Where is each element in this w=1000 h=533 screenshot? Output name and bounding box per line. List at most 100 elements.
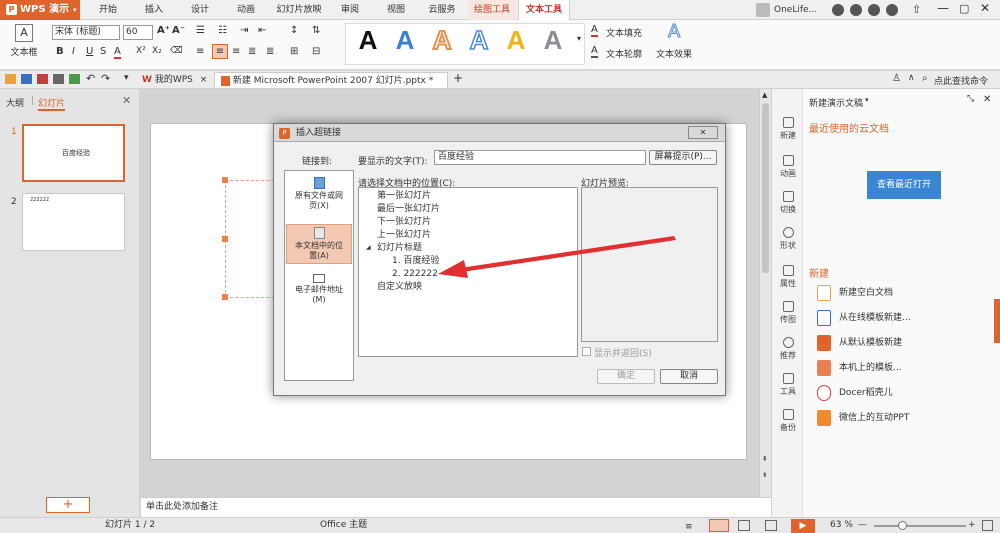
tab-text-tools[interactable]: 文本工具 [518,0,570,20]
play-slideshow-button[interactable]: ▶ [791,519,815,533]
normal-view-icon[interactable] [709,519,729,532]
sorter-view-icon[interactable] [738,520,750,531]
tab-my-wps[interactable]: W 我的WPS × [136,72,214,88]
add-slide-button[interactable]: + [46,497,90,513]
pane-tab-properties[interactable]: 属性 [772,265,804,289]
numbering-icon[interactable]: ☷ [218,25,227,36]
textbox-button[interactable]: A 文本框 [6,22,42,66]
tree-item-first-slide[interactable]: 第一张幻灯片 [377,190,431,203]
wordart-style-black[interactable]: A [352,24,384,56]
minimize-icon[interactable]: — [937,1,949,15]
wordart-style-blue[interactable]: A [389,24,421,56]
text-direction-icon[interactable]: ⇅ [312,25,320,36]
local-templates[interactable]: 本机上的模板... [817,358,902,378]
tree-item-next-slide[interactable]: 下一张幻灯片 [377,216,431,229]
close-icon[interactable]: ✕ [983,94,991,105]
close-icon[interactable]: ✕ [980,1,990,15]
font-size-select[interactable]: 60 [123,25,153,40]
text-outline-button[interactable]: 文本轮廓 [606,47,642,60]
tree-item-custom-show[interactable]: 自定义放映 [377,281,422,294]
text-effect-button[interactable]: 文本效果 [656,47,692,60]
superscript-icon[interactable]: X² [136,46,146,56]
dialog-close-button[interactable]: ✕ [688,126,718,139]
vertical-scrollbar[interactable]: ▲ ⇞ ⇟ [759,89,771,497]
new-tab-icon[interactable]: + [453,71,463,85]
underline-icon[interactable]: U [86,46,93,57]
pane-tab-new[interactable]: 新建 [772,117,804,141]
tab-design[interactable]: 设计 [180,0,220,20]
nav-this-document[interactable]: 本文档中的位置(A) [286,224,352,264]
new-blank-doc[interactable]: 新建空白文档 [817,283,893,303]
wechat-interactive-ppt[interactable]: 微信上的互动PPT [817,408,909,428]
tab-animation[interactable]: 动画 [226,0,266,20]
pane-tab-recommend[interactable]: 推荐 [772,337,804,361]
bold-icon[interactable]: B [56,46,64,57]
text-fill-button[interactable]: 文本填充 [606,26,642,39]
notes-area[interactable]: 单击此处添加备注 [141,497,771,517]
preview-icon[interactable] [69,74,80,84]
slide-thumbnail-2[interactable]: 222222 [22,193,125,251]
pane-scroll-handle[interactable] [994,299,1000,343]
customize-icon[interactable]: ▾ [124,73,129,83]
tree-expand-icon[interactable]: ◢ [366,244,371,251]
docer-link[interactable]: Docer稻壳儿 [817,383,893,403]
tab-slides[interactable]: 幻灯片 [38,96,66,111]
undo-icon[interactable]: ↶ [86,72,95,85]
view-recent-button[interactable]: 查看最近打开 [867,171,941,199]
screen-tip-button[interactable]: 屏幕提示(P)... [649,150,717,165]
tab-slideshow[interactable]: 幻灯片放映 [272,0,326,20]
italic-icon[interactable]: I [72,46,75,57]
zoom-out-icon[interactable]: — [858,518,867,533]
distribute-icon[interactable]: ≣ [266,46,274,57]
open-icon[interactable] [5,74,16,84]
user-icon[interactable]: ♙ [892,73,901,84]
tab-insert[interactable]: 插入 [134,0,174,20]
columns-icon[interactable]: ⊞ [290,46,298,57]
zoom-thumb[interactable] [898,521,907,530]
cancel-button[interactable]: 取消 [660,369,718,384]
resize-handle[interactable] [222,294,228,300]
help-icon[interactable] [886,4,898,16]
align-center-icon[interactable]: ≡ [212,44,228,59]
wordart-style-blue-outline[interactable]: A [463,24,495,56]
bullets-icon[interactable]: ☰ [196,25,205,36]
zoom-slider[interactable] [874,525,966,527]
close-icon[interactable]: × [200,75,208,85]
account-name[interactable]: OneLife... [774,0,817,20]
align-left-icon[interactable]: ≡ [196,46,204,57]
collapse-icon[interactable]: ∧ [908,73,915,83]
export-pdf-icon[interactable] [37,74,48,84]
strikethrough-icon[interactable]: S [100,46,106,57]
align-right-icon[interactable]: ≡ [232,46,240,57]
page-down-icon[interactable]: ⇟ [762,471,768,479]
show-return-checkbox[interactable] [582,347,591,356]
scroll-thumb[interactable] [762,103,769,273]
command-search[interactable]: 点此查找命令 [934,74,988,87]
save-icon[interactable] [21,74,32,84]
tree-item-last-slide[interactable]: 最后一张幻灯片 [377,203,440,216]
pane-tab-tools[interactable]: 工具 [772,373,804,397]
chevron-down-icon[interactable]: ▾ [865,96,869,104]
justify-icon[interactable]: ≣ [248,46,256,57]
zoom-in-icon[interactable]: + [968,518,976,533]
reading-view-icon[interactable] [765,520,777,531]
share-icon[interactable] [868,4,880,16]
pane-tab-transition[interactable]: 切换 [772,191,804,215]
pin-icon[interactable]: ⤡ [967,94,974,104]
nav-existing-file[interactable]: 原有文件或网页(X) [286,177,352,217]
font-name-select[interactable]: 宋体 (标题) [52,25,120,40]
tab-view[interactable]: 视图 [376,0,416,20]
wordart-style-orange-outline[interactable]: A [426,24,458,56]
display-text-input[interactable]: 百度经验 [434,150,646,165]
avatar[interactable] [756,3,770,17]
wordart-style-gold[interactable]: A [500,24,532,56]
print-icon[interactable] [53,74,64,84]
wordart-style-gray[interactable]: A [537,24,569,56]
nav-email-address[interactable]: 电子邮件地址(M) [286,274,352,314]
pane-tab-animation[interactable]: 动画 [772,155,804,179]
tree-item-prev-slide[interactable]: 上一张幻灯片 [377,229,431,242]
clear-format-icon[interactable]: ⌫ [170,46,183,56]
new-from-default-template[interactable]: 从默认模板新建 [817,333,902,353]
fit-window-icon[interactable] [982,520,993,531]
dialog-titlebar[interactable]: P 插入超链接 ✕ [274,124,725,142]
